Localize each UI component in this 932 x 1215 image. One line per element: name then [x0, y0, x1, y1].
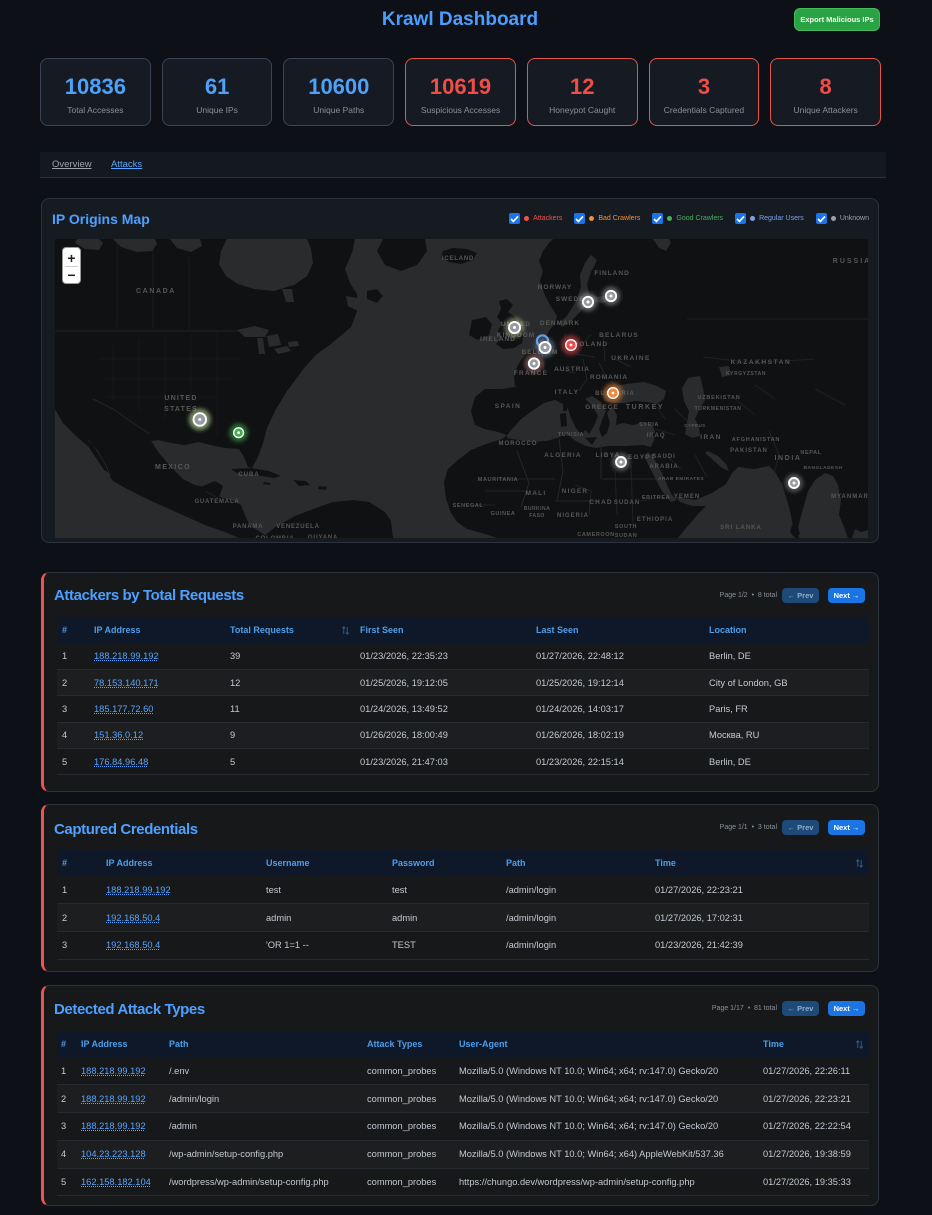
svg-text:ARABIA: ARABIA — [649, 464, 678, 470]
svg-text:SUDAN: SUDAN — [614, 500, 640, 506]
svg-text:CYPRUS: CYPRUS — [684, 423, 705, 428]
svg-text:ROMANIA: ROMANIA — [590, 374, 628, 381]
svg-text:CANADA: CANADA — [136, 288, 176, 295]
svg-text:FINLAND: FINLAND — [594, 270, 630, 277]
svg-text:SYRIA: SYRIA — [639, 422, 659, 428]
svg-text:CUBA: CUBA — [238, 472, 259, 478]
svg-text:SENEGAL: SENEGAL — [453, 503, 484, 509]
svg-text:MAURITANIA: MAURITANIA — [478, 477, 518, 483]
svg-text:GUYANA: GUYANA — [308, 535, 338, 538]
svg-text:DENMARK: DENMARK — [540, 320, 580, 327]
svg-text:SRI LANKA: SRI LANKA — [720, 525, 762, 531]
svg-text:COLOMBIA: COLOMBIA — [255, 536, 294, 538]
svg-text:VENEZUELA: VENEZUELA — [276, 524, 320, 530]
svg-text:TURKMENISTAN: TURKMENISTAN — [695, 406, 742, 412]
svg-text:GUINEA: GUINEA — [491, 511, 516, 517]
svg-text:UZBEKISTAN: UZBEKISTAN — [697, 395, 740, 401]
svg-text:CHAD: CHAD — [589, 499, 613, 506]
svg-text:NEPAL: NEPAL — [800, 450, 821, 456]
svg-text:MALI: MALI — [526, 490, 547, 497]
svg-text:KAZAKHSTAN: KAZAKHSTAN — [731, 359, 792, 366]
svg-text:ERITREA: ERITREA — [642, 495, 670, 501]
svg-text:CAMEROON: CAMEROON — [577, 532, 615, 538]
svg-text:BANGLADESH: BANGLADESH — [804, 465, 843, 471]
svg-text:NIGERIA: NIGERIA — [557, 513, 589, 519]
svg-text:AFGHANISTAN: AFGHANISTAN — [732, 437, 780, 443]
svg-text:INDIA: INDIA — [774, 455, 801, 462]
svg-text:PANAMA: PANAMA — [233, 524, 264, 530]
svg-text:BURKINA: BURKINA — [524, 506, 551, 512]
svg-text:MOROCCO: MOROCCO — [499, 441, 538, 447]
svg-text:TUNISIA: TUNISIA — [558, 432, 584, 438]
svg-text:ETHIOPIA: ETHIOPIA — [637, 517, 673, 523]
svg-text:NORWAY: NORWAY — [538, 284, 573, 291]
svg-text:GREECE: GREECE — [585, 404, 618, 411]
svg-text:FASO: FASO — [529, 513, 545, 519]
svg-text:PAKISTAN: PAKISTAN — [730, 448, 768, 454]
svg-text:IRAN: IRAN — [700, 434, 722, 441]
svg-text:KYRGYZSTAN: KYRGYZSTAN — [726, 371, 766, 377]
svg-text:MEXICO: MEXICO — [155, 464, 191, 471]
svg-text:ITALY: ITALY — [555, 389, 580, 396]
svg-text:AUSTRIA: AUSTRIA — [554, 366, 590, 373]
svg-text:MYANMAR: MYANMAR — [831, 494, 868, 500]
svg-text:IRAQ: IRAQ — [647, 433, 666, 439]
svg-text:IRELAND: IRELAND — [480, 336, 516, 343]
svg-text:ALGERIA: ALGERIA — [544, 452, 582, 459]
svg-text:BELARUS: BELARUS — [599, 332, 639, 339]
svg-text:ICELAND: ICELAND — [442, 256, 474, 262]
svg-text:NIGER: NIGER — [562, 488, 589, 495]
svg-text:UNITED: UNITED — [164, 395, 197, 402]
svg-text:RUSSIA: RUSSIA — [833, 258, 868, 265]
svg-text:SOUTH: SOUTH — [615, 524, 637, 530]
svg-text:TURKEY: TURKEY — [626, 404, 664, 411]
svg-text:SPAIN: SPAIN — [495, 403, 521, 410]
svg-text:UKRAINE: UKRAINE — [611, 355, 650, 362]
svg-text:SUDAN: SUDAN — [615, 533, 638, 538]
svg-text:GUATEMALA: GUATEMALA — [194, 499, 239, 505]
svg-text:ARAB EMIRATES: ARAB EMIRATES — [658, 476, 704, 482]
svg-text:EGYPT: EGYPT — [628, 454, 656, 461]
svg-text:YEMEN: YEMEN — [674, 494, 700, 500]
